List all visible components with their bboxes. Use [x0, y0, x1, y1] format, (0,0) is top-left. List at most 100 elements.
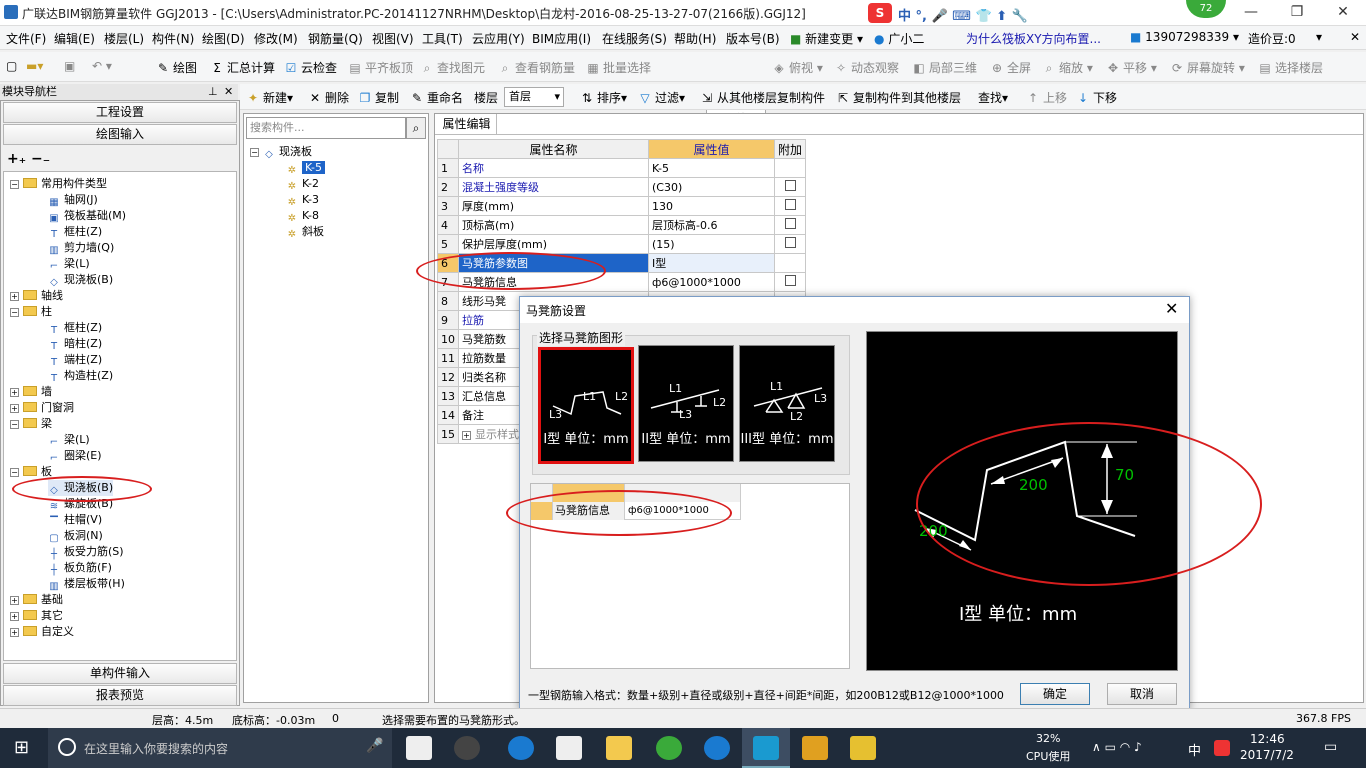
collapse-icon[interactable]: −	[10, 308, 19, 317]
component-root[interactable]: − ◇ 现浇板	[250, 144, 312, 160]
search-icon[interactable]: ⌕	[406, 117, 426, 139]
sort-button[interactable]: ⇅ 排序▾	[580, 89, 627, 106]
single-input-button[interactable]: 单构件输入	[3, 663, 237, 684]
copy-from-floor-button[interactable]: ⇲ 从其他楼层复制构件	[700, 89, 825, 106]
restore-button[interactable]: ❐	[1274, 0, 1320, 26]
draw-button[interactable]: ✎ 绘图	[156, 59, 197, 76]
tree-item[interactable]: T 框柱(Z)	[48, 224, 102, 240]
tip-link[interactable]: 为什么筏板XY方向布置...	[966, 30, 1101, 47]
tree-folder[interactable]: − 梁	[10, 416, 52, 432]
tree-item[interactable]: ┼ 板负筋(F)	[48, 560, 112, 576]
menu-item[interactable]: 绘图(D)	[202, 30, 245, 47]
menu-item[interactable]: 视图(V)	[372, 30, 414, 47]
tree-folder[interactable]: + 轴线	[10, 288, 63, 304]
dialog-close-button[interactable]: ✕	[1165, 299, 1178, 318]
menu-item[interactable]: 修改(M)	[254, 30, 298, 47]
flat-top-button[interactable]: ▤ 平齐板顶	[348, 59, 413, 76]
expand-icon[interactable]: +	[462, 431, 471, 440]
checkbox[interactable]	[784, 180, 796, 191]
expand-icon[interactable]: +	[10, 388, 19, 397]
property-value[interactable]: (C30)	[648, 177, 775, 197]
shape-option-3[interactable]: L1 L2 L3 III型 单位：mm	[739, 345, 835, 462]
component-item[interactable]: ✲ K-3	[286, 192, 319, 208]
app-sticky-icon[interactable]	[850, 736, 876, 760]
collapse-icon[interactable]: −	[10, 468, 19, 477]
component-search-input[interactable]: 搜索构件...	[246, 117, 406, 139]
new-file-icon[interactable]: ▢	[6, 59, 17, 73]
dynamic-button[interactable]: ✧ 动态观察	[834, 59, 899, 76]
close-window-button[interactable]: ✕	[1320, 0, 1366, 26]
tree-item[interactable]: ⌐ 梁(L)	[48, 432, 90, 448]
tree-item[interactable]: ▢ 板洞(N)	[48, 528, 103, 544]
edge-icon[interactable]	[508, 736, 534, 760]
shape-option-2[interactable]: L1 L2 L3 II型 单位：mm	[638, 345, 734, 462]
component-item[interactable]: ✲ K-5	[286, 160, 326, 176]
tree-folder[interactable]: + 基础	[10, 592, 63, 608]
property-extra[interactable]	[773, 177, 807, 197]
open-folder-icon[interactable]: ▬▾	[26, 59, 43, 73]
menu-item[interactable]: 编辑(E)	[54, 30, 95, 47]
tree-folder[interactable]: + 自定义	[10, 624, 74, 640]
menu-item[interactable]: 版本号(B)	[726, 30, 780, 47]
menu-item[interactable]: 工具(T)	[422, 30, 463, 47]
store-icon[interactable]	[556, 736, 582, 760]
floor-select[interactable]: 首层 ▾	[504, 87, 564, 107]
collapse-icon[interactable]: −	[250, 148, 259, 157]
view-steel-button[interactable]: ⌕ 查看钢筋量	[498, 59, 575, 76]
expand-icon[interactable]: +	[10, 596, 19, 605]
menu-item[interactable]: 帮助(H)	[674, 30, 716, 47]
property-value[interactable]: (15)	[648, 234, 775, 254]
move-down-button[interactable]: ↓ 下移	[1076, 89, 1117, 106]
tree-folder[interactable]: + 其它	[10, 608, 63, 624]
pin-icon[interactable]: ⊥	[208, 84, 218, 100]
tree-item[interactable]: ┼ 板受力筋(S)	[48, 544, 124, 560]
rename-button[interactable]: ✎ 重命名	[410, 89, 463, 106]
app-notes-icon[interactable]	[802, 736, 828, 760]
tree-item[interactable]: ◇ 现浇板(B)	[48, 272, 113, 288]
property-extra[interactable]	[773, 196, 807, 216]
pan-button[interactable]: ✥ 平移 ▾	[1106, 59, 1157, 76]
tree-folder[interactable]: − 常用构件类型	[10, 176, 107, 192]
points-badge[interactable]: 72	[1186, 0, 1226, 18]
select-floor-button[interactable]: ▤ 选择楼层	[1258, 59, 1323, 76]
ime-toolbar[interactable]: 中 °, 🎤 ⌨ 👕 ⬆ 🔧	[898, 5, 1028, 24]
tree-item[interactable]: T 端柱(Z)	[48, 352, 102, 368]
menu-item[interactable]: 楼层(L)	[104, 30, 144, 47]
menu-item[interactable]: BIM应用(I)	[532, 30, 591, 47]
property-extra[interactable]	[773, 272, 807, 292]
fullscreen-button[interactable]: ⊕ 全屏	[990, 59, 1031, 76]
tree-item[interactable]: ▔ 柱帽(V)	[48, 512, 102, 528]
tree-item[interactable]: ⌐ 圈梁(E)	[48, 448, 102, 464]
component-item[interactable]: ✲ K-8	[286, 208, 319, 224]
taskbar-search-box[interactable]: 在这里输入你要搜索的内容 🎤	[48, 728, 392, 768]
checkbox[interactable]	[784, 199, 796, 210]
expand-icon[interactable]: +	[10, 292, 19, 301]
find-button[interactable]: 查找▾	[978, 89, 1008, 106]
tree-folder[interactable]: + 门窗洞	[10, 400, 74, 416]
tree-item[interactable]: ▥ 剪力墙(Q)	[48, 240, 114, 256]
expand-all-icon[interactable]: +₊	[7, 151, 26, 167]
tree-item[interactable]: T 暗柱(Z)	[48, 336, 102, 352]
component-item[interactable]: ✲ K-2	[286, 176, 319, 192]
file-explorer-icon[interactable]	[606, 736, 632, 760]
property-row[interactable]: 1 名称 K-5	[437, 158, 807, 178]
property-row[interactable]: 2 混凝土强度等级 (C30)	[437, 177, 807, 197]
new-change-menu[interactable]: ■ 新建变更 ▾	[790, 30, 863, 47]
property-row[interactable]: 3 厚度(mm) 130	[437, 196, 807, 216]
collapse-icon[interactable]: −	[10, 420, 19, 429]
expand-icon[interactable]: +	[10, 404, 19, 413]
tray-icons[interactable]: ∧ ▭ ◠ ♪	[1092, 740, 1142, 754]
save-icon[interactable]: ▣	[64, 59, 75, 73]
batch-select-button[interactable]: ▦ 批量选择	[586, 59, 651, 76]
shape-option-1[interactable]: L1 L2 L3 I型 单位：mm	[538, 347, 634, 464]
local3d-button[interactable]: ◧ 局部三维	[912, 59, 977, 76]
sogou-ime-icon[interactable]: S	[868, 3, 892, 23]
tree-folder[interactable]: + 墙	[10, 384, 52, 400]
property-extra[interactable]	[773, 158, 807, 178]
project-settings-button[interactable]: 工程设置	[3, 102, 237, 123]
task-view-icon[interactable]	[406, 736, 432, 760]
ok-button[interactable]: 确定	[1020, 683, 1090, 705]
copy-button[interactable]: ❐ 复制	[358, 89, 399, 106]
component-item[interactable]: ✲ 斜板	[286, 224, 324, 240]
new-component-button[interactable]: ✦ 新建▾	[246, 89, 293, 106]
